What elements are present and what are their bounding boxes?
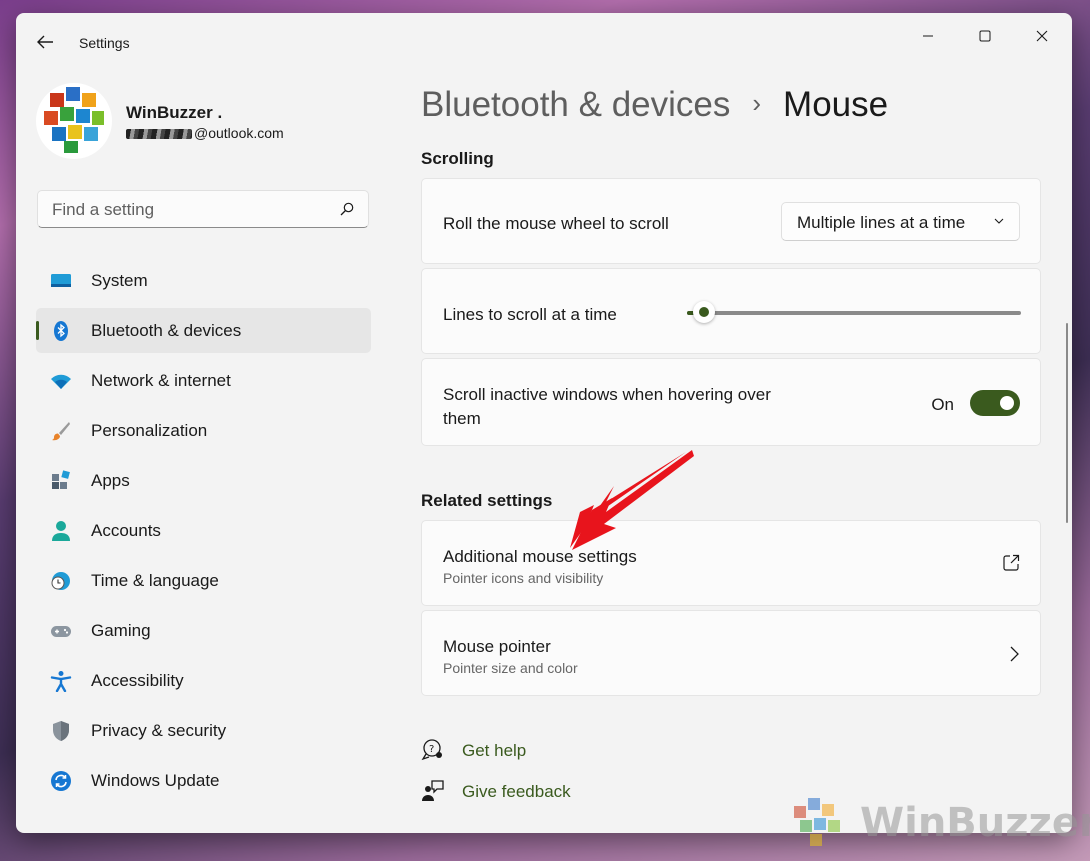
wheel-scroll-dropdown[interactable]: Multiple lines at a time [781, 202, 1020, 241]
sidebar-item-time-language[interactable]: Time & language [36, 558, 371, 603]
related-settings-heading: Related settings [421, 491, 553, 510]
open-external-icon [1003, 554, 1020, 571]
search-input[interactable] [50, 199, 324, 221]
sidebar-item-label: System [91, 271, 148, 290]
search-box[interactable] [37, 190, 369, 228]
scroll-inactive-label: Scroll inactive windows when hovering ov… [443, 383, 771, 431]
sidebar-item-label: Personalization [91, 421, 208, 440]
scrollbar[interactable] [1066, 323, 1068, 523]
back-arrow-icon [37, 35, 53, 49]
feedback-icon [422, 780, 444, 801]
slider-track[interactable] [687, 311, 1021, 315]
maximize-button[interactable] [962, 21, 1008, 51]
close-button[interactable] [1019, 21, 1065, 51]
winbuzzer-watermark-logo [794, 798, 840, 846]
shield-icon [53, 721, 69, 741]
breadcrumb: Bluetooth & devices › Mouse [421, 85, 888, 125]
sidebar-nav: System Bluetooth & devices Network & int… [36, 258, 371, 808]
additional-mouse-settings-card[interactable]: Additional mouse settings Pointer icons … [421, 520, 1041, 606]
additional-mouse-settings-title: Additional mouse settings [443, 547, 637, 566]
scroll-inactive-label-line1: Scroll inactive windows when hovering ov… [443, 385, 771, 404]
sidebar-item-label: Windows Update [91, 771, 220, 790]
sidebar-item-label: Bluetooth & devices [91, 321, 242, 340]
wheel-scroll-card: Roll the mouse wheel to scroll Multiple … [421, 178, 1041, 264]
help-chat-icon: ? [421, 739, 442, 761]
brush-icon [52, 422, 70, 441]
sidebar-item-label: Privacy & security [91, 721, 227, 740]
sidebar-item-label: Time & language [91, 571, 219, 590]
user-name: WinBuzzer . [126, 103, 223, 122]
chevron-right-icon [1010, 646, 1019, 662]
apps-icon [52, 470, 70, 489]
redacted-email-prefix [126, 129, 192, 140]
accessibility-icon [50, 671, 72, 692]
sidebar-item-label: Accounts [91, 521, 161, 540]
lines-to-scroll-card: Lines to scroll at a time [421, 268, 1041, 354]
sidebar-item-privacy-security[interactable]: Privacy & security [36, 708, 371, 753]
svg-text:?: ? [429, 744, 434, 755]
title-bar: Settings [16, 13, 1072, 73]
sidebar-item-personalization[interactable]: Personalization [36, 408, 371, 453]
sidebar-item-gaming[interactable]: Gaming [36, 608, 371, 653]
minimize-button[interactable] [905, 21, 951, 51]
user-email: @outlook.com [126, 125, 284, 141]
winbuzzer-watermark-text: WinBuzzer [860, 800, 1090, 846]
sidebar-item-accessibility[interactable]: Accessibility [36, 658, 371, 703]
update-icon [51, 771, 71, 791]
sidebar-item-system[interactable]: System [36, 258, 371, 303]
search-icon[interactable] [340, 202, 354, 216]
sidebar-item-label: Accessibility [91, 671, 184, 690]
globe-clock-icon [51, 572, 70, 590]
sidebar-item-label: Apps [91, 471, 130, 490]
person-icon [52, 521, 70, 541]
wifi-icon [51, 374, 71, 389]
get-help-label: Get help [462, 741, 527, 760]
sidebar-item-accounts[interactable]: Accounts [36, 508, 371, 553]
dropdown-value: Multiple lines at a time [797, 213, 966, 232]
monitor-icon [51, 274, 71, 287]
scroll-inactive-label-line2: them [443, 409, 481, 428]
bluetooth-icon [54, 321, 68, 341]
settings-window: Settings WinBuzzer . @outlook.com Find a… [16, 13, 1072, 833]
active-indicator [36, 321, 39, 340]
sidebar-item-apps[interactable]: Apps [36, 458, 371, 503]
breadcrumb-separator: › [752, 88, 762, 118]
scroll-inactive-card: Scroll inactive windows when hovering ov… [421, 358, 1041, 446]
email-domain: @outlook.com [194, 125, 284, 141]
app-title: Settings [79, 35, 130, 51]
gamepad-icon [51, 626, 71, 637]
wheel-scroll-label: Roll the mouse wheel to scroll [443, 214, 669, 233]
winbuzzer-logo-avatar [44, 87, 104, 153]
sidebar-item-network-internet[interactable]: Network & internet [36, 358, 371, 403]
scroll-inactive-toggle[interactable] [970, 390, 1020, 416]
lines-to-scroll-label: Lines to scroll at a time [443, 305, 617, 324]
toggle-state-label: On [931, 395, 954, 414]
back-button[interactable] [34, 31, 56, 53]
give-feedback-label: Give feedback [462, 782, 571, 801]
mouse-pointer-card[interactable]: Mouse pointer Pointer size and color [421, 610, 1041, 696]
sidebar-item-windows-update[interactable]: Windows Update [36, 758, 371, 803]
page-title: Mouse [783, 85, 889, 124]
mouse-pointer-title: Mouse pointer [443, 637, 551, 656]
maximize-icon [979, 30, 991, 42]
breadcrumb-parent[interactable]: Bluetooth & devices [421, 85, 730, 124]
sidebar-item-label: Network & internet [91, 371, 231, 390]
slider-thumb[interactable] [692, 301, 715, 323]
mouse-pointer-desc: Pointer size and color [443, 660, 578, 676]
minimize-icon [923, 35, 933, 37]
additional-mouse-settings-desc: Pointer icons and visibility [443, 570, 604, 586]
sidebar-item-bluetooth-devices[interactable]: Bluetooth & devices [36, 308, 371, 353]
close-icon [1036, 30, 1048, 42]
scrolling-heading: Scrolling [421, 149, 494, 168]
avatar [36, 83, 112, 159]
chevron-down-icon [994, 218, 1004, 224]
sidebar-item-label: Gaming [91, 621, 151, 640]
